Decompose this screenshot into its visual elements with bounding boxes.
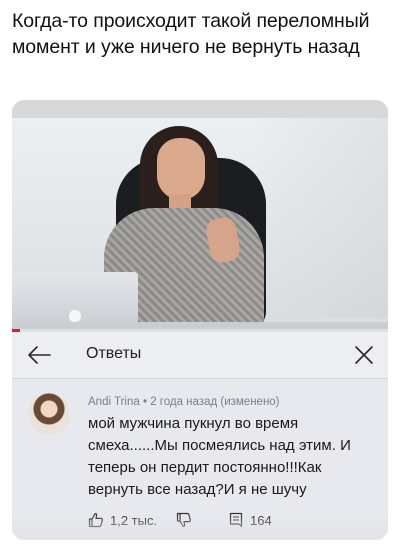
dislike-button[interactable]: [176, 509, 192, 531]
comment-text: мой мужчина пукнул во время смеха......М…: [88, 415, 351, 498]
laptop: [12, 272, 138, 330]
apple-logo-icon: [69, 310, 81, 322]
reply-count: 164: [250, 512, 272, 528]
comment-actions: 1,2 тыс. 164: [88, 509, 378, 531]
replies-panel: Ответы Andi Trina • 2 года назад (измене…: [12, 332, 388, 540]
comment-icon: [229, 512, 243, 528]
like-count: 1,2 тыс.: [110, 512, 158, 528]
comment-meta: Andi Trina • 2 года назад (изменено): [88, 396, 280, 408]
thumbs-down-icon: [176, 512, 191, 527]
avatar[interactable]: [28, 393, 70, 435]
comment-item: Andi Trina • 2 года назад (изменено) мой…: [12, 379, 388, 540]
close-icon: [355, 346, 373, 364]
reply-button[interactable]: 164: [228, 509, 272, 531]
arrow-left-icon: [28, 346, 51, 364]
close-button[interactable]: [352, 343, 376, 367]
back-button[interactable]: [26, 343, 52, 367]
post-caption: Когда-то происходит такой переломный мом…: [12, 10, 370, 58]
comment-author[interactable]: Andi Trina: [88, 396, 140, 408]
replies-header: Ответы: [12, 332, 388, 378]
screenshot-card: Ответы Andi Trina • 2 года назад (измене…: [12, 100, 388, 540]
comment-timestamp: • 2 года назад (изменено): [139, 396, 280, 408]
like-button[interactable]: 1,2 тыс.: [88, 509, 157, 531]
thumbs-up-icon: [88, 513, 103, 528]
video-frame[interactable]: [12, 100, 388, 332]
panel-title: Ответы: [86, 345, 142, 362]
